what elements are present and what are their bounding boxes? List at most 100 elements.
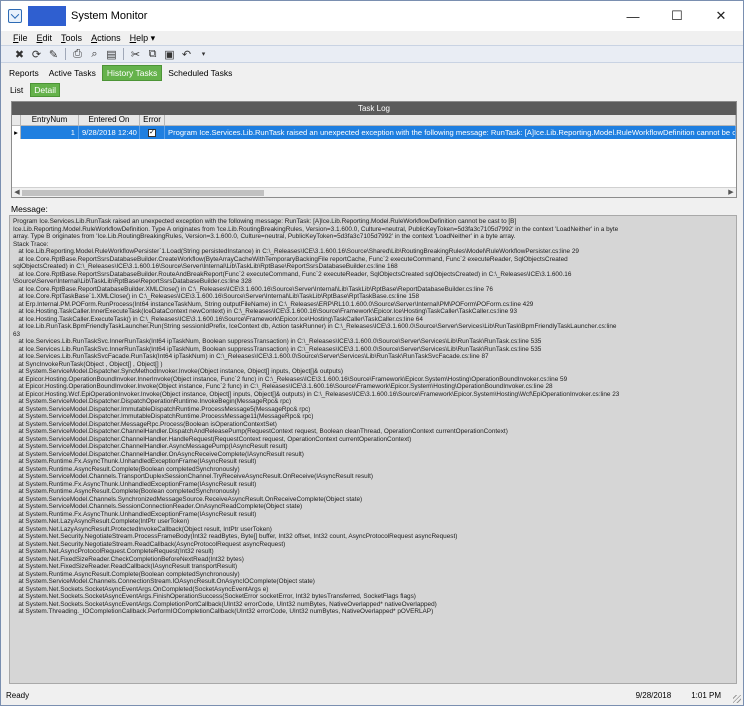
cell-entrynum[interactable]: 1 (21, 126, 79, 139)
refresh-icon[interactable]: ⟳ (29, 47, 44, 61)
column-header-entrynum[interactable]: EntryNum (21, 115, 79, 125)
cut-icon[interactable]: ✂ (128, 47, 143, 61)
status-date: 9/28/2018 (635, 690, 672, 700)
grid-title: Task Log (12, 102, 736, 115)
message-line: at System.Runtime.AsyncResult.Complete(B… (13, 465, 240, 473)
resize-grip-icon[interactable] (733, 695, 741, 703)
message-line: at Ice.Services.Lib.RunTaskSvc.InnerRunT… (13, 345, 542, 353)
status-time: 1:01 PM (691, 690, 721, 700)
copy-icon[interactable]: ⧉ (145, 47, 160, 61)
close-button[interactable]: ✕ (699, 1, 743, 31)
message-line: at Ice.Lib.Reporting.Model.RuleWorkflowP… (13, 248, 579, 255)
message-line: at System.Runtime.Fx.AsyncThunk.Unhandle… (13, 510, 257, 518)
message-line: at System.Net.AsyncProtocolRequest.Compl… (13, 548, 214, 555)
message-line: at System.Net.FixedSizeReader.ReadCallba… (13, 563, 238, 570)
message-line: at Ice.Lib.RunTask.BpmFriendlyTaskLaunch… (13, 323, 617, 330)
undo-icon[interactable]: ↶ (179, 47, 194, 61)
error-checkbox[interactable]: ✓ (148, 128, 156, 137)
clear-icon[interactable]: ✎ (46, 47, 61, 61)
system-monitor-window: System Monitor — ☐ ✕ File Edit Tools Act… (0, 0, 744, 706)
title-bar[interactable]: System Monitor — ☐ ✕ (1, 1, 743, 31)
tab-active-tasks[interactable]: Active Tasks (45, 66, 100, 80)
message-line: at System.ServiceModel.Channels.Synchron… (13, 495, 363, 503)
message-line: at Ice.Core.RptTaskBase`1.XMLClose() in … (13, 293, 419, 300)
message-line: at System.Net.Sockets.SocketAsyncEventAr… (13, 593, 416, 600)
row-pointer-icon: ▸ (12, 126, 21, 139)
redacted-block (28, 6, 66, 26)
menu-help-rest: elp (136, 32, 149, 43)
message-line: at System.Net.LazyAsyncResult.ProtectedI… (13, 525, 272, 533)
tab-history-tasks[interactable]: History Tasks (101, 64, 163, 81)
app-icon (8, 9, 22, 23)
subtab-list[interactable]: List (7, 84, 26, 96)
message-line: at System.ServiceModel.Dispatcher.Channe… (13, 435, 412, 443)
column-header-entered-on[interactable]: Entered On (79, 115, 140, 125)
status-bar: Ready 9/28/2018 1:01 PM (1, 685, 743, 705)
message-line: at System.ServiceModel.Dispatcher.Messag… (13, 420, 277, 428)
task-log-grid: Task Log EntryNum Entered On Error ▸ 1 9… (11, 101, 737, 198)
message-line: at System.ServiceModel.Channels.Transpor… (13, 473, 374, 480)
message-line: at System.Net.LazyAsyncResult.Complete(I… (13, 518, 190, 525)
message-line: at Ice.Core.RptBase.ReportSsrsDatabaseBu… (13, 270, 572, 278)
chevron-down-icon[interactable]: ▾ (196, 47, 211, 61)
menu-edit-rest: dit (42, 33, 53, 43)
cell-message[interactable]: Program Ice.Services.Lib.RunTask raised … (165, 126, 736, 139)
message-line: at System.Runtime.AsyncResult.Complete(B… (13, 488, 240, 495)
message-line: at System.Net.FixedSizeReader.CheckCompl… (13, 555, 244, 563)
message-label: Message: (11, 204, 48, 214)
subtab-detail[interactable]: Detail (30, 82, 60, 97)
menu-bar: File Edit Tools Actions Help ▾ (1, 31, 743, 46)
menu-tools[interactable]: Tools (61, 33, 82, 43)
message-line: at Ice.Hosting.TaskCaller.InnerExecuteTa… (13, 308, 518, 315)
table-row[interactable]: ▸ 1 9/28/2018 12:40 ✓ Program Ice.Servic… (12, 126, 736, 139)
message-line: at System.Net.Sockets.SocketAsyncEventAr… (13, 585, 269, 593)
cell-error[interactable]: ✓ (140, 126, 165, 139)
message-line: at System.ServiceModel.Dispatcher.Immuta… (13, 405, 311, 413)
tab-scheduled-tasks[interactable]: Scheduled Tasks (164, 66, 236, 80)
message-line: at System.ServiceModel.Dispatcher.Channe… (13, 450, 304, 458)
message-line: at Epicor.Hosting.Wcf.EpiOperationInvoke… (13, 390, 620, 398)
status-text: Ready (6, 690, 30, 700)
column-header-message[interactable] (165, 115, 736, 125)
cell-entered-on[interactable]: 9/28/2018 12:40 (79, 126, 140, 139)
toolbar-separator (65, 48, 66, 60)
message-line: at Erp.Internal.PM.POForm.RunProcess(Int… (13, 300, 534, 308)
menu-help[interactable]: Help ▾ (130, 33, 156, 44)
message-line: at Ice.Core.RptBase.ReportSsrsDatabaseBu… (13, 255, 568, 263)
maximize-button[interactable]: ☐ (655, 1, 699, 31)
print-preview-icon[interactable]: ⌕ (87, 47, 102, 61)
scroll-right-icon[interactable]: ▶ (726, 188, 736, 198)
close-icon[interactable]: ✖ (12, 47, 27, 61)
scrollbar-thumb[interactable] (22, 190, 264, 196)
scroll-left-icon[interactable]: ◀ (12, 188, 22, 198)
tab-reports[interactable]: Reports (5, 66, 43, 80)
menu-edit[interactable]: Edit (37, 33, 53, 43)
grid-header: EntryNum Entered On Error (12, 115, 736, 126)
message-line: at System.Runtime.Fx.AsyncThunk.Unhandle… (13, 480, 257, 488)
menu-file[interactable]: File (13, 33, 28, 43)
message-line: \Source\Server\Internal\Lib\TaskLib\RptB… (13, 278, 252, 285)
message-line: at System.ServiceModel.Dispatcher.Channe… (13, 443, 288, 450)
message-line: at System.ServiceModel.Dispatcher.Dispat… (13, 398, 292, 405)
main-tabs: Reports Active Tasks History Tasks Sched… (1, 64, 743, 81)
message-line: at Ice.Core.RptBase.ReportDatabaseBuilde… (13, 285, 493, 293)
menu-actions[interactable]: Actions (91, 33, 121, 43)
message-line: at System.Runtime.Fx.AsyncThunk.Unhandle… (13, 458, 257, 465)
export-icon[interactable]: ▤ (104, 47, 119, 61)
message-line: array. Type B originates from 'Ice.Lib.R… (13, 233, 516, 240)
message-line: sqlObjectsCreated) in C:\_Releases\ICE\3… (13, 263, 398, 270)
paste-icon[interactable]: ▣ (162, 47, 177, 61)
chevron-down-icon: ▾ (150, 32, 156, 43)
message-line: at Ice.Services.Lib.RunTaskSvcFacade.Run… (13, 353, 489, 360)
print-icon[interactable]: ⎙ (70, 47, 85, 61)
message-line: at System.Threading._IOCompletionCallbac… (13, 608, 434, 615)
column-header-error[interactable]: Error (140, 115, 165, 125)
toolbar-separator (123, 48, 124, 60)
minimize-button[interactable]: — (611, 1, 655, 31)
toolbar: ✖ ⟳ ✎ ⎙ ⌕ ▤ ✂ ⧉ ▣ ↶ ▾ (1, 46, 743, 63)
message-line: Program Ice.Services.Lib.RunTask raised … (13, 218, 517, 225)
message-textbox[interactable]: Program Ice.Services.Lib.RunTask raised … (9, 215, 737, 684)
horizontal-scrollbar[interactable]: ◀ ▶ (12, 187, 736, 197)
menu-tools-rest: ools (65, 33, 83, 43)
message-line: Stack Trace: (13, 240, 49, 248)
